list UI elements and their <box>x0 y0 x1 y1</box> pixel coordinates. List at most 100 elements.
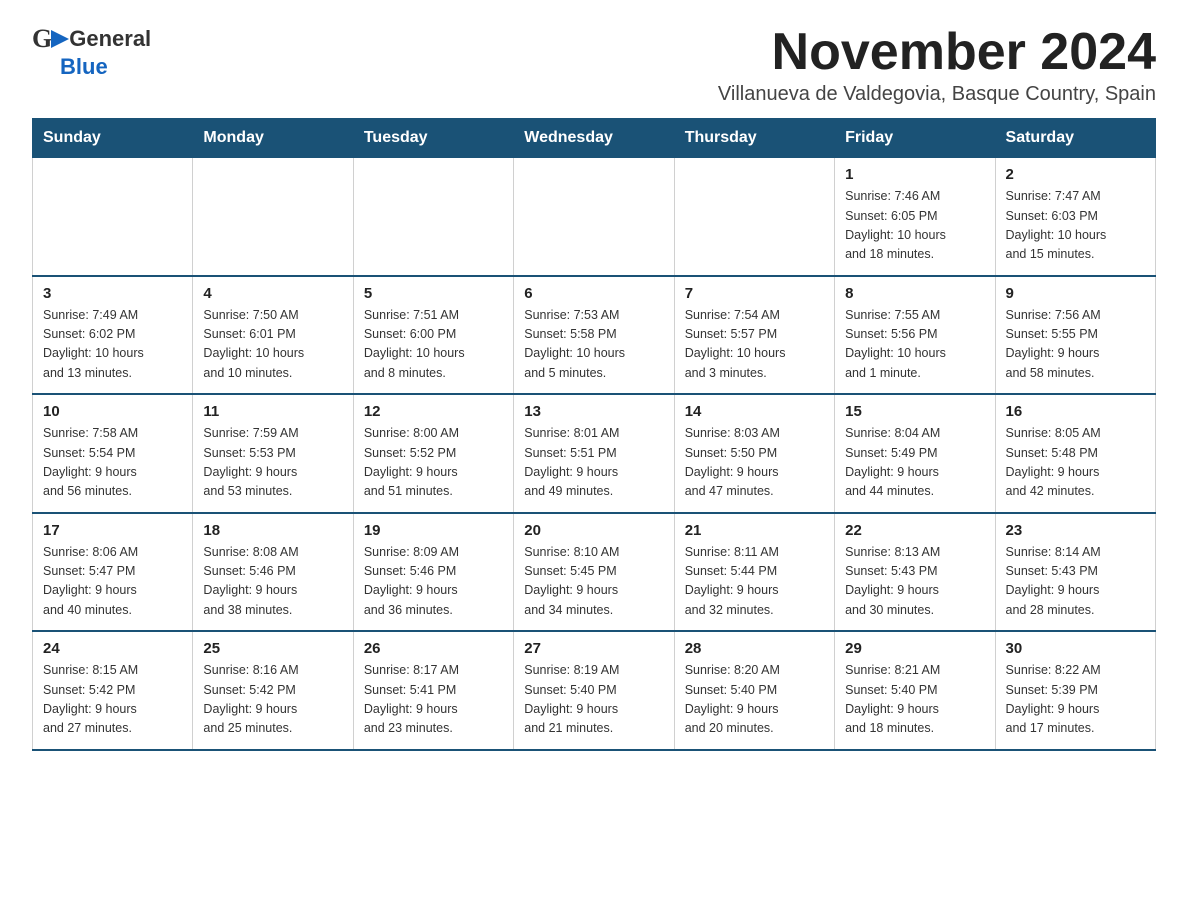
day-info: Sunrise: 7:46 AMSunset: 6:05 PMDaylight:… <box>845 187 984 265</box>
day-info: Sunrise: 8:03 AMSunset: 5:50 PMDaylight:… <box>685 424 824 502</box>
calendar-cell <box>33 158 193 276</box>
day-info: Sunrise: 7:54 AMSunset: 5:57 PMDaylight:… <box>685 306 824 384</box>
day-info: Sunrise: 8:21 AMSunset: 5:40 PMDaylight:… <box>845 661 984 739</box>
calendar-cell <box>514 158 674 276</box>
day-number: 4 <box>203 285 342 302</box>
title-block: November 2024 Villanueva de Valdegovia, … <box>718 24 1156 106</box>
day-info: Sunrise: 7:50 AMSunset: 6:01 PMDaylight:… <box>203 306 342 384</box>
calendar-cell: 6 Sunrise: 7:53 AMSunset: 5:58 PMDaylight… <box>514 276 674 395</box>
calendar-cell: 20 Sunrise: 8:10 AMSunset: 5:45 PMDayligh… <box>514 513 674 632</box>
day-number: 28 <box>685 640 824 657</box>
day-number: 20 <box>524 522 663 539</box>
day-info: Sunrise: 8:17 AMSunset: 5:41 PMDaylight:… <box>364 661 503 739</box>
logo-blue-text: Blue <box>60 54 108 79</box>
day-number: 12 <box>364 403 503 420</box>
day-number: 14 <box>685 403 824 420</box>
day-number: 13 <box>524 403 663 420</box>
day-number: 3 <box>43 285 182 302</box>
day-number: 29 <box>845 640 984 657</box>
day-number: 5 <box>364 285 503 302</box>
calendar-cell: 18Sunrise: 8:08 AMSunset: 5:46 PMDayligh… <box>193 513 353 632</box>
day-number: 1 <box>845 166 984 183</box>
day-number: 8 <box>845 285 984 302</box>
calendar-cell: 11Sunrise: 7:59 AMSunset: 5:53 PMDayligh… <box>193 394 353 513</box>
calendar-cell: 12 Sunrise: 8:00 AMSunset: 5:52 PMDayligh… <box>353 394 513 513</box>
day-number: 24 <box>43 640 182 657</box>
day-number: 25 <box>203 640 342 657</box>
day-info: Sunrise: 8:01 AMSunset: 5:51 PMDaylight:… <box>524 424 663 502</box>
day-number: 22 <box>845 522 984 539</box>
weekday-header-thursday: Thursday <box>674 119 834 158</box>
day-info: Sunrise: 7:47 AMSunset: 6:03 PMDaylight:… <box>1006 187 1145 265</box>
page-header: G General Blue November 2024 Villanueva … <box>32 24 1156 106</box>
calendar-week-5: 24 Sunrise: 8:15 AMSunset: 5:42 PMDayligh… <box>33 631 1156 750</box>
month-title: November 2024 <box>718 24 1156 81</box>
day-info: Sunrise: 8:14 AMSunset: 5:43 PMDaylight:… <box>1006 543 1145 621</box>
calendar-cell: 9 Sunrise: 7:56 AMSunset: 5:55 PMDaylight… <box>995 276 1155 395</box>
weekday-header-tuesday: Tuesday <box>353 119 513 158</box>
calendar-cell: 5 Sunrise: 7:51 AMSunset: 6:00 PMDaylight… <box>353 276 513 395</box>
calendar-cell: 17Sunrise: 8:06 AMSunset: 5:47 PMDayligh… <box>33 513 193 632</box>
logo-arrow-icon <box>51 28 69 50</box>
day-number: 18 <box>203 522 342 539</box>
day-number: 23 <box>1006 522 1145 539</box>
calendar-cell: 24 Sunrise: 8:15 AMSunset: 5:42 PMDayligh… <box>33 631 193 750</box>
calendar-cell <box>674 158 834 276</box>
logo: G General Blue <box>32 24 151 80</box>
day-info: Sunrise: 7:51 AMSunset: 6:00 PMDaylight:… <box>364 306 503 384</box>
day-number: 19 <box>364 522 503 539</box>
day-number: 9 <box>1006 285 1145 302</box>
day-info: Sunrise: 8:22 AMSunset: 5:39 PMDaylight:… <box>1006 661 1145 739</box>
weekday-header-sunday: Sunday <box>33 119 193 158</box>
day-number: 30 <box>1006 640 1145 657</box>
calendar-cell: 23 Sunrise: 8:14 AMSunset: 5:43 PMDayligh… <box>995 513 1155 632</box>
calendar-cell: 26 Sunrise: 8:17 AMSunset: 5:41 PMDayligh… <box>353 631 513 750</box>
location-subtitle: Villanueva de Valdegovia, Basque Country… <box>718 83 1156 106</box>
weekday-header-monday: Monday <box>193 119 353 158</box>
day-info: Sunrise: 8:11 AMSunset: 5:44 PMDaylight:… <box>685 543 824 621</box>
calendar-week-4: 17Sunrise: 8:06 AMSunset: 5:47 PMDayligh… <box>33 513 1156 632</box>
calendar-cell: 14 Sunrise: 8:03 AMSunset: 5:50 PMDayligh… <box>674 394 834 513</box>
logo-g: G <box>32 24 52 54</box>
calendar-cell: 1 Sunrise: 7:46 AMSunset: 6:05 PMDaylight… <box>835 158 995 276</box>
calendar-cell: 25Sunrise: 8:16 AMSunset: 5:42 PMDayligh… <box>193 631 353 750</box>
day-number: 10 <box>43 403 182 420</box>
calendar-cell <box>353 158 513 276</box>
day-info: Sunrise: 7:58 AMSunset: 5:54 PMDaylight:… <box>43 424 182 502</box>
day-number: 17 <box>43 522 182 539</box>
calendar-week-3: 10 Sunrise: 7:58 AMSunset: 5:54 PMDayligh… <box>33 394 1156 513</box>
day-info: Sunrise: 8:00 AMSunset: 5:52 PMDaylight:… <box>364 424 503 502</box>
day-number: 21 <box>685 522 824 539</box>
calendar-cell: 19Sunrise: 8:09 AMSunset: 5:46 PMDayligh… <box>353 513 513 632</box>
calendar-week-1: 1 Sunrise: 7:46 AMSunset: 6:05 PMDaylight… <box>33 158 1156 276</box>
calendar-cell: 28 Sunrise: 8:20 AMSunset: 5:40 PMDayligh… <box>674 631 834 750</box>
day-info: Sunrise: 8:10 AMSunset: 5:45 PMDaylight:… <box>524 543 663 621</box>
calendar-table: SundayMondayTuesdayWednesdayThursdayFrid… <box>32 118 1156 751</box>
day-info: Sunrise: 7:53 AMSunset: 5:58 PMDaylight:… <box>524 306 663 384</box>
calendar-cell: 30 Sunrise: 8:22 AMSunset: 5:39 PMDayligh… <box>995 631 1155 750</box>
day-number: 26 <box>364 640 503 657</box>
calendar-header: SundayMondayTuesdayWednesdayThursdayFrid… <box>33 119 1156 158</box>
calendar-cell: 8 Sunrise: 7:55 AMSunset: 5:56 PMDaylight… <box>835 276 995 395</box>
calendar-cell: 16Sunrise: 8:05 AMSunset: 5:48 PMDayligh… <box>995 394 1155 513</box>
day-info: Sunrise: 7:59 AMSunset: 5:53 PMDaylight:… <box>203 424 342 502</box>
weekday-header-row: SundayMondayTuesdayWednesdayThursdayFrid… <box>33 119 1156 158</box>
calendar-cell: 13 Sunrise: 8:01 AMSunset: 5:51 PMDayligh… <box>514 394 674 513</box>
day-info: Sunrise: 7:56 AMSunset: 5:55 PMDaylight:… <box>1006 306 1145 384</box>
calendar-cell: 21 Sunrise: 8:11 AMSunset: 5:44 PMDayligh… <box>674 513 834 632</box>
logo-general-text: General <box>69 26 151 52</box>
day-info: Sunrise: 8:19 AMSunset: 5:40 PMDaylight:… <box>524 661 663 739</box>
calendar-cell: 7 Sunrise: 7:54 AMSunset: 5:57 PMDaylight… <box>674 276 834 395</box>
calendar-cell: 2 Sunrise: 7:47 AMSunset: 6:03 PMDaylight… <box>995 158 1155 276</box>
day-info: Sunrise: 8:13 AMSunset: 5:43 PMDaylight:… <box>845 543 984 621</box>
day-number: 2 <box>1006 166 1145 183</box>
day-info: Sunrise: 7:49 AMSunset: 6:02 PMDaylight:… <box>43 306 182 384</box>
calendar-cell <box>193 158 353 276</box>
day-info: Sunrise: 7:55 AMSunset: 5:56 PMDaylight:… <box>845 306 984 384</box>
day-info: Sunrise: 8:15 AMSunset: 5:42 PMDaylight:… <box>43 661 182 739</box>
day-number: 15 <box>845 403 984 420</box>
day-number: 6 <box>524 285 663 302</box>
calendar-cell: 22 Sunrise: 8:13 AMSunset: 5:43 PMDayligh… <box>835 513 995 632</box>
day-info: Sunrise: 8:20 AMSunset: 5:40 PMDaylight:… <box>685 661 824 739</box>
day-number: 7 <box>685 285 824 302</box>
